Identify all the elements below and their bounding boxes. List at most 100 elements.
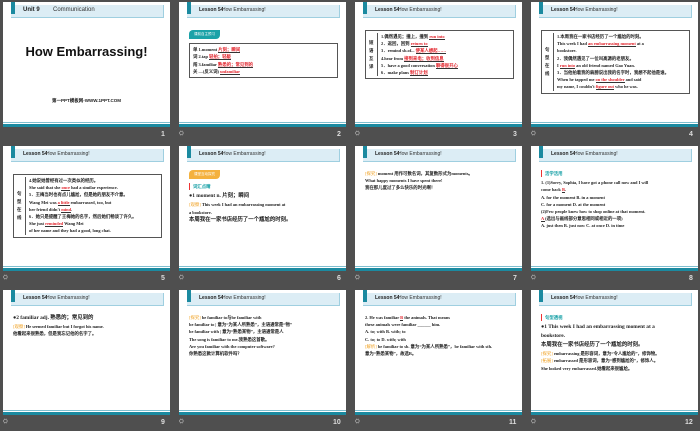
label-tag: [探究] [365,171,377,176]
header-accent-bar [363,2,367,14]
text-line: 关 —(反义词) unfamiliar [193,68,253,75]
text-line: 本周我在一家书店经历了一个尴尬的时刻。 [541,341,690,350]
line-text: of her name and they had a good, long ch… [29,228,111,234]
slide-transition-icon[interactable]: ⛭ [531,419,536,426]
header-title: How Embarrassing! [222,295,266,301]
slide-header: Lesson 54 How Embarrassing! [187,146,340,162]
header-title: How Embarrassing! [398,151,442,157]
text-line: [拓展] embarrassed 是形容词，意为“感到尴尬的”，修饰人。 [541,357,690,364]
answer-text: 片刻；瞬间 [218,47,241,54]
line-text: a bookstore. [189,209,212,215]
slide-header: Lesson 54 How Embarrassing! [187,290,340,306]
answer-text: an embarrassing moment [588,41,636,48]
slide-thumbnail-11[interactable]: Lesson 54 How Embarrassing! 2. He was fami… [355,290,522,415]
text-line: C. to; to D. with; with [365,336,514,343]
slide-thumbnail-6[interactable]: Lesson 54 How Embarrassing! 课堂互动探究 词汇点睛 ●1 m… [179,146,346,271]
line-text: 你熟悉这款计算机软件吗？ [189,351,242,357]
slide-transition-icon[interactable]: ⛭ [355,131,360,138]
slide-thumbnail-10[interactable]: Lesson 54 How Embarrassing! [探究] be famili… [179,290,346,415]
slide-transition-icon[interactable]: ⛭ [179,275,184,282]
line-text: bookstore. [557,48,577,54]
line-text: embarrassed 是形容词，意为“感到尴尬的”，修饰人。 [552,358,659,364]
line-text: embarrassing 是形容词，意为“令人尴尬的”，修饰物。 [552,351,660,357]
slide-transition-icon[interactable]: ⛭ [3,275,8,282]
content-table: 句型在线 4.她说她曾经有过一次类似的经历。 She said that she o… [13,174,162,238]
text-line: 他看起来很熟悉，但是我忘记他的名字了。 [13,330,162,337]
line-text: the animals. That means [403,315,450,320]
text-line: be familiar with | 意为“熟悉某物”，主语通常是人 [189,328,338,335]
text-line: A. just then B. just now C. at once D. i… [541,222,690,229]
section-heading: 词汇点睛 [189,183,338,191]
slide-body: 句型透视 ●1 This week I had an embarrassing m… [541,314,690,372]
slide-header: Lesson 54 How Embarrassing! [363,2,516,18]
slide-thumbnail-7[interactable]: Lesson 54 How Embarrassing! [探究] moment 用作… [355,146,522,271]
slide-transition-icon[interactable]: ⛭ [531,131,536,138]
header-lesson: Lesson 54 [551,151,576,157]
footer-bar [531,268,698,271]
slide-header: Unit 9 Communication [11,2,164,18]
line-text: at a [635,41,644,47]
line-text: be familiar to与be familiar with [200,315,262,320]
text-line: her friend didn't mind. [29,206,137,213]
slide-transition-icon[interactable]: ⛭ [3,419,8,426]
footer-bar [531,412,698,415]
footer-line [3,122,170,123]
line-text: 6．她只是提醒了王梅她的名字，然后她们畅谈了许久。 [29,214,137,220]
slide-transition-icon[interactable]: ⛭ [355,275,360,282]
text-line: 1. (1)Sorry, Sophia, I have got a phone … [541,179,690,186]
text-line: ●1 This week I had an embarrassing momen… [541,323,690,332]
answer-text: 使某人想起…… [415,48,447,55]
text-line: be familiar to | 意为“为某人所熟悉”，主语通常是“物” [189,321,338,328]
text-line: 闯 3.familiar 熟悉的；常见到的 [193,61,254,68]
line-text: and said [624,77,642,83]
header-accent-bar [539,290,543,302]
text-line: my name, I couldn't figure out who he wa… [557,83,669,91]
content-table: 单 1.moment 片刻；瞬间词 2.tap 轻拍；轻敲闯 3.familia… [189,43,338,79]
section-heading: 句型透视 [541,314,690,322]
slide-transition-icon[interactable]: ⛭ [179,419,184,426]
slide-thumbnail-12[interactable]: Lesson 54 How Embarrassing! 句型透视 ●1 This we… [531,290,698,415]
answer-text: return to [410,41,428,48]
slide-thumbnail-4[interactable]: Lesson 54 How Embarrassing! 句型在线 1.本周我在一家书店… [531,2,698,127]
line-text: What happy moments I have spent there! [365,178,443,184]
text-line: A (选出与画线部分意思相同或相近的一项) [541,215,690,223]
footer-line [355,410,522,411]
header-lesson: Lesson 54 [375,151,400,157]
footer-bar [3,268,170,271]
line-text: be familiar to | 意为“为某人所熟悉”，主语通常是“物” [189,322,293,328]
slide-thumbnail-2[interactable]: Lesson 54 How Embarrassing! 课前自主预习单 1.mome… [179,2,346,127]
slide-thumbnail-8[interactable]: Lesson 54 How Embarrassing! 活学活用 1. (1)Sorr… [531,146,698,271]
slide-transition-icon[interactable]: ⛭ [179,131,184,138]
header-lesson: Lesson 54 [375,295,400,301]
label-tag: [探究] [189,315,201,320]
header-lesson: Lesson 54 [375,7,400,13]
slide-thumbnail-5[interactable]: Lesson 54 How Embarrassing! 句型在线 4.她说她曾经有过一… [3,146,170,271]
line-text: This week I had [557,41,588,47]
slide-header: Lesson 54 How Embarrassing! [363,290,516,306]
slide-thumbnail-9[interactable]: Lesson 54 How Embarrassing! ●2 familiar ad… [3,290,170,415]
slide-body: ●2 familiar adj. 熟悉的；常见到的 [观察] He seemed … [13,314,162,337]
slide-transition-icon[interactable]: ⛭ [531,275,536,282]
table-side-label: 短语互译 [369,33,378,77]
text-line: 3．当他拍着我的肩膀说出我的名字时，我想不起他是谁。 [557,69,669,76]
text-line: a bookstore. [189,209,338,216]
text-line: 你熟悉这款计算机软件吗？ [189,350,338,357]
slide-transition-icon[interactable]: ⛭ [355,419,360,426]
slide-thumbnail-3[interactable]: Lesson 54 How Embarrassing! 短语互译 1.偶然遇见；撞上，… [355,2,522,127]
table-side-label: 句型在线 [17,177,26,235]
text-line: [观察] He seemed familiar but I forgot his… [13,323,162,330]
text-line: 5．王梅当时也有点儿尴尬，但是她的朋友不介意。 [29,191,137,198]
text-line: ●1 moment n. 片刻；瞬间 [189,192,338,201]
footer-line [531,410,698,411]
label-tag: [拓展] [541,358,553,364]
table-content: 单 1.moment 片刻；瞬间词 2.tap 轻拍；轻敲闯 3.familia… [193,46,254,75]
slide-number: 11 [509,419,517,426]
slide-body: 句型在线 4.她说她曾经有过一次类似的经历。 She said that she o… [13,174,162,238]
slide-number: 5 [161,275,165,282]
slide-thumbnail-1[interactable]: Unit 9 Communication How Embarrassing! 第一PP… [3,2,170,127]
line-text: 关 —(反义词) [193,68,221,74]
line-text: . [564,187,567,193]
text-line: Are you familiar with the computer softw… [189,343,338,350]
line-text: (2)Few people knew how to shop online at… [541,209,646,215]
text-line: [探究] be familiar to与be familiar with [189,314,338,321]
